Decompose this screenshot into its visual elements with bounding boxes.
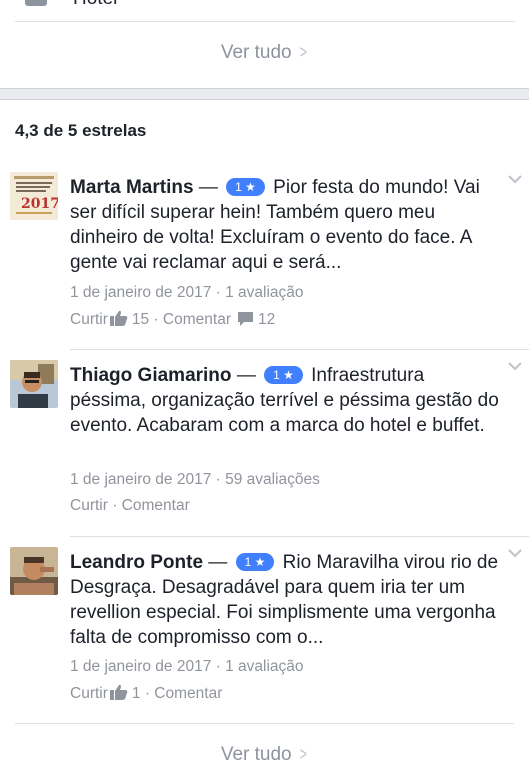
comment-button[interactable]: Comentar xyxy=(154,685,222,702)
star-rating-badge: 1 ★ xyxy=(235,553,275,571)
review-divider xyxy=(70,536,529,537)
review-meta: 1 de janeiro de 2017 · 1 avaliação xyxy=(70,284,304,301)
comment-button[interactable]: Comentar xyxy=(163,311,231,328)
reviewer-count: 1 avaliação xyxy=(225,284,304,301)
author-separator: — xyxy=(198,177,218,198)
review-divider xyxy=(70,349,529,350)
previous-list-item[interactable]: Hotel xyxy=(15,0,515,22)
chevron-down-icon[interactable] xyxy=(507,361,523,371)
review-date[interactable]: 1 de janeiro de 2017 xyxy=(70,471,211,488)
rating-summary: 4,3 de 5 estrelas xyxy=(15,121,147,140)
author-separator: — xyxy=(236,365,256,386)
previous-section-card: Hotel Ver tudo > xyxy=(0,0,529,88)
review-actions: Curtir 1 · Comentar xyxy=(70,684,223,702)
review-author[interactable]: Thiago Giamarino xyxy=(70,365,232,386)
comment-icon xyxy=(237,312,253,326)
chevron-down-icon[interactable] xyxy=(507,548,523,558)
reviewer-count: 1 avaliação xyxy=(225,658,304,675)
see-all-link-top[interactable]: Ver tudo > xyxy=(0,42,529,64)
avatar[interactable] xyxy=(10,360,58,408)
section-separator xyxy=(0,88,529,100)
comment-count: 12 xyxy=(257,311,276,328)
star-rating-badge: 1 ★ xyxy=(264,366,303,384)
avatar[interactable] xyxy=(10,547,58,595)
like-button[interactable]: Curtir xyxy=(70,685,108,702)
reviewer-count: 59 avaliações xyxy=(225,471,320,488)
review-text-block: Thiago Giamarino — 1 ★ Infraestrutura pé… xyxy=(70,363,505,438)
review-meta: 1 de janeiro de 2017 · 1 avaliação xyxy=(70,658,304,675)
review-actions: Curtir 15 · Comentar 12 xyxy=(70,310,276,328)
review-text-block: Marta Martins — 1 ★ Pior festa do mundo!… xyxy=(70,175,505,275)
review-author[interactable]: Marta Martins xyxy=(70,177,194,198)
see-all-label: Ver tudo xyxy=(220,744,292,765)
chevron-down-icon[interactable] xyxy=(507,174,523,184)
see-all-label: Ver tudo xyxy=(220,42,292,63)
star-rating-badge: 1 ★ xyxy=(226,178,265,196)
like-count: 1 xyxy=(131,685,141,702)
review-meta: 1 de janeiro de 2017 · 59 avaliações xyxy=(70,471,320,488)
like-count: 15 xyxy=(131,311,150,328)
thumbs-up-icon xyxy=(109,310,128,326)
review-actions: Curtir · Comentar xyxy=(70,497,190,514)
review-date[interactable]: 1 de janeiro de 2017 xyxy=(70,658,211,675)
chevron-right-icon: > xyxy=(299,744,307,764)
thumbs-up-icon xyxy=(109,684,128,700)
review-text-block: Leandro Ponte — 1 ★ Rio Maravilha virou … xyxy=(70,550,505,650)
chevron-right-icon: > xyxy=(299,42,307,62)
svg-text:2017: 2017 xyxy=(21,196,58,212)
see-all-link-bottom[interactable]: Ver tudo > xyxy=(0,744,529,766)
author-separator: — xyxy=(208,552,228,573)
avatar[interactable]: 2017 xyxy=(10,172,58,220)
review-date[interactable]: 1 de janeiro de 2017 xyxy=(70,284,211,301)
comment-button[interactable]: Comentar xyxy=(122,497,190,514)
section-divider xyxy=(15,723,514,724)
previous-item-label: Hotel xyxy=(73,0,117,10)
hotel-icon xyxy=(25,0,47,6)
like-button[interactable]: Curtir xyxy=(70,311,108,328)
review-author[interactable]: Leandro Ponte xyxy=(70,552,203,573)
like-button[interactable]: Curtir xyxy=(70,497,108,514)
